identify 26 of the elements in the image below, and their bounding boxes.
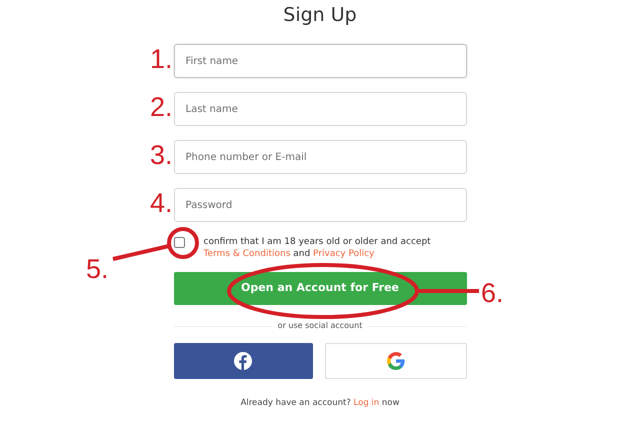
leader-line	[417, 289, 479, 293]
callout-number: 4.	[150, 188, 173, 218]
callout-number: 6.	[481, 278, 504, 308]
callout-number: 5.	[86, 254, 109, 284]
page-title: Sign Up	[282, 3, 358, 28]
input-field[interactable]: First name	[174, 44, 466, 78]
footer-text: Already have an account? Log in now	[240, 397, 400, 410]
facebook-icon	[234, 352, 252, 370]
checkbox[interactable]	[174, 237, 184, 248]
divider-text: or use social account	[278, 320, 362, 332]
callout-number: 1.	[150, 44, 173, 74]
leader-line	[112, 244, 170, 261]
terms-link[interactable]: Terms & Conditions	[204, 249, 290, 259]
input-field[interactable]: Last name	[174, 92, 466, 126]
login-link[interactable]: Log in	[354, 398, 380, 408]
callout-number: 3.	[150, 140, 173, 170]
consent-text: confirm that I am 18 years old or older and accept Terms & Conditions and Privacy Policy	[204, 236, 432, 260]
privacy-link[interactable]: Privacy Policy	[313, 249, 374, 259]
highlight-circle	[167, 227, 199, 259]
google-button[interactable]	[325, 343, 466, 379]
facebook-button[interactable]	[174, 343, 313, 379]
submit-button[interactable]: Open an Account for Free	[174, 272, 466, 305]
input-field[interactable]: Phone number or E-mail	[174, 140, 466, 174]
input-field[interactable]: Password	[174, 188, 466, 222]
google-icon	[386, 352, 405, 370]
callout-number: 2.	[150, 92, 173, 122]
